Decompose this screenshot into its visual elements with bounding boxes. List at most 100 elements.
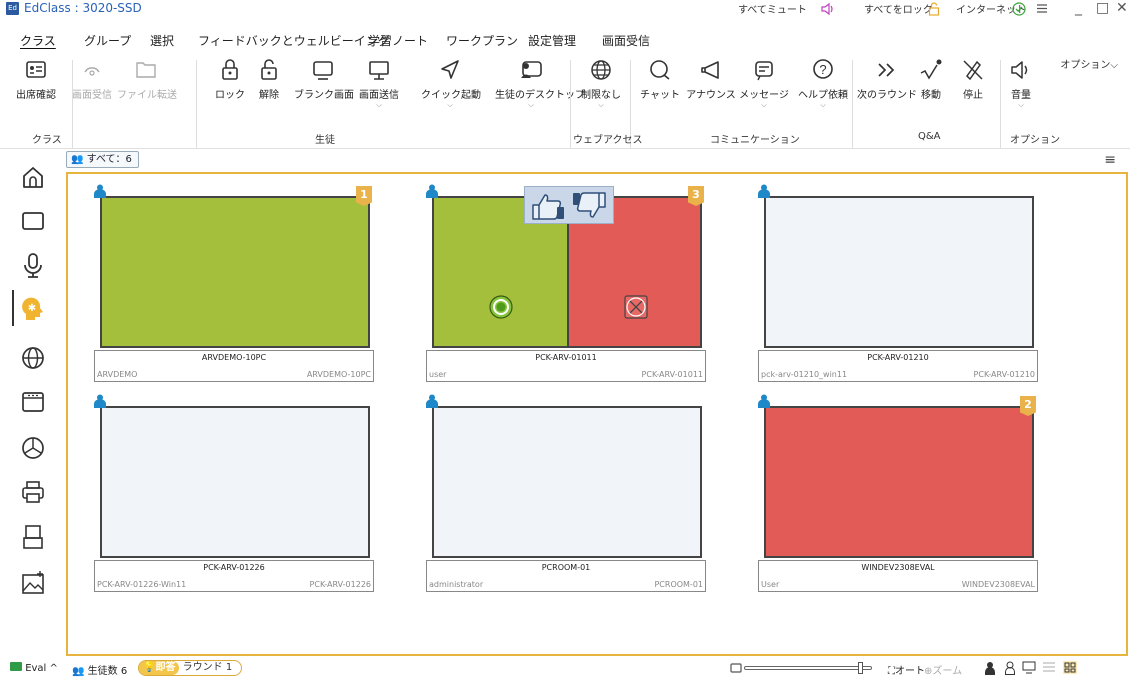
user-icon [94, 184, 106, 198]
chat-button[interactable]: チャット [631, 56, 689, 101]
announce-label: アナウンス [686, 90, 736, 101]
student-count: 👥 生徒数 6 [72, 662, 127, 677]
browser-window-icon[interactable] [18, 387, 48, 417]
zoom-button[interactable]: ⊕ズーム [924, 662, 962, 677]
microphone-icon[interactable] [18, 250, 48, 280]
student-desktop-button[interactable]: 生徒のデスクトップ ⌵ [495, 56, 585, 109]
screen-send-button[interactable]: 画面送信 ⌵ [350, 56, 408, 109]
grid-view-icon[interactable] [1062, 660, 1078, 675]
student-screen[interactable] [764, 196, 1034, 348]
blank-screen-button[interactable]: ブランク画面 [294, 56, 354, 101]
student-screen[interactable] [764, 406, 1034, 558]
auto-label: オート [895, 666, 925, 677]
help-request-button[interactable]: ? ヘルプ依頼 ⌵ [794, 56, 852, 109]
student-caption: PCROOM-01 administrator PCROOM-01 [426, 560, 706, 592]
chat-icon [650, 60, 670, 80]
file-transfer-button[interactable]: ファイル転送 [117, 56, 177, 101]
student-caption: WINDEV2308EVAL User WINDEV2308EVAL [758, 560, 1038, 592]
student-tile[interactable]: PCK-ARV-01226 PCK-ARV-01226-Win11 PCK-AR… [94, 394, 374, 594]
app-title: EdClass : 3020-SSD [24, 1, 142, 15]
user-outline-icon[interactable] [1004, 661, 1016, 675]
screen-send-caret: ⌵ [376, 101, 382, 109]
auto-button[interactable]: ⛶オート [888, 662, 925, 677]
speaker-icon[interactable] [820, 2, 836, 16]
thumbs-up-icon[interactable] [529, 191, 567, 221]
printer-icon[interactable] [18, 477, 48, 507]
pie-chart-icon[interactable] [18, 433, 48, 463]
mute-all-button[interactable]: すべてミュート [738, 1, 807, 16]
student-screen[interactable] [432, 406, 702, 558]
qa-round-pill[interactable]: 💡即答 ラウンド 1 [138, 660, 242, 676]
maximize-button[interactable]: □ [1096, 0, 1109, 16]
student-tile[interactable]: 1 ARVDEMO-10PC ARVDEMO ARVDEMO-10PC [94, 184, 374, 384]
screen-send-label: 画面送信 [359, 90, 399, 101]
menu-icon[interactable] [1036, 3, 1048, 14]
globe-icon [591, 60, 611, 80]
user-icon [426, 184, 438, 198]
student-tile[interactable]: PCK-ARV-01210 pck-arv-01210_win11 PCK-AR… [758, 184, 1038, 384]
menu-learning-notes[interactable]: 学習ノート [368, 32, 428, 49]
web-restriction-caret: ⌵ [598, 101, 604, 109]
menu-select[interactable]: 選択 [150, 32, 174, 49]
message-label: メッセージ [739, 90, 789, 101]
attendance-label: 出席確認 [16, 90, 56, 101]
menu-class[interactable]: クラス [20, 32, 56, 49]
message-caret: ⌵ [761, 101, 767, 109]
small-view-icon[interactable] [730, 662, 742, 674]
student-tile[interactable]: 2 WINDEV2308EVAL User WINDEV2308EVAL [758, 394, 1038, 594]
stop-button[interactable]: 停止 [952, 56, 994, 101]
padlock-icon[interactable] [928, 2, 940, 16]
student-screen[interactable] [100, 406, 370, 558]
ribbon-separator [570, 60, 571, 148]
student-caption: PCK-ARV-01011 user PCK-ARV-01011 [426, 350, 706, 382]
correct-circle-icon [489, 295, 513, 319]
student-screen[interactable] [100, 196, 370, 348]
pc-name: ARVDEMO-10PC [201, 353, 267, 362]
user-filled-icon[interactable] [984, 661, 996, 675]
sidebar-active-indicator [12, 290, 14, 326]
message-button[interactable]: メッセージ ⌵ [735, 56, 793, 109]
view-menu-icon[interactable]: ≡ [1104, 152, 1116, 168]
home-icon[interactable] [18, 162, 48, 192]
unlock-button[interactable]: 解除 [240, 56, 298, 101]
filter-all-chip[interactable]: 👥 すべて：6 [66, 151, 139, 168]
chat-label: チャット [640, 90, 680, 101]
screen-icon[interactable] [18, 206, 48, 236]
student-tile[interactable]: PCROOM-01 administrator PCROOM-01 [426, 394, 706, 594]
status-bar: Eval ^ 👥 生徒数 6 💡即答 ラウンド 1 ⛶オート ⊕ズーム [0, 658, 1130, 678]
zoom-slider[interactable] [744, 662, 872, 674]
device-icon[interactable] [18, 522, 48, 552]
menu-settings[interactable]: 設定管理 [528, 32, 576, 49]
menu-group[interactable]: グループ [84, 32, 131, 49]
thumbs-down-icon[interactable] [571, 191, 611, 221]
student-head-icon[interactable]: ✱ [18, 294, 48, 324]
lock-all-button[interactable]: すべてをロック [864, 1, 933, 16]
monitor-icon[interactable] [1022, 661, 1036, 674]
move-button[interactable]: 移動 [910, 56, 952, 101]
minimize-button[interactable]: _ [1075, 0, 1082, 16]
thumbs-vote-popup[interactable] [524, 186, 614, 224]
zoom-slider-handle[interactable] [857, 662, 863, 674]
attendance-button[interactable]: 出席確認 [7, 56, 65, 101]
volume-label: 音量 [1011, 90, 1031, 101]
web-globe-icon[interactable] [18, 343, 48, 373]
eval-license-button[interactable]: Eval ^ [10, 662, 58, 674]
check-circle-icon [1012, 2, 1026, 16]
menu-feedback[interactable]: フィードバックとウェルビーイング [198, 32, 390, 49]
web-restriction-button[interactable]: 制限なし ⌵ [572, 56, 630, 109]
menu-work-plan[interactable]: ワークプラン [446, 32, 518, 49]
list-view-icon[interactable] [1042, 661, 1056, 674]
quick-launch-button[interactable]: クイック起動 ⌵ [421, 56, 481, 109]
volume-button[interactable]: 音量 ⌵ [1000, 56, 1042, 109]
ribbon-separator [852, 60, 853, 148]
close-button[interactable]: ✕ [1116, 0, 1128, 16]
announce-button[interactable]: アナウンス [682, 56, 740, 101]
pc-name: PCROOM-01 [541, 563, 591, 572]
left-sidebar: ✱ [0, 150, 60, 655]
next-round-button[interactable]: 次のラウンド [857, 56, 917, 101]
volume-caret: ⌵ [1018, 101, 1024, 109]
student-desktop-label: 生徒のデスクトップ [495, 90, 585, 101]
menu-screen-receive[interactable]: 画面受信 [602, 32, 650, 49]
move-icon [920, 59, 942, 80]
image-icon[interactable] [18, 568, 48, 598]
